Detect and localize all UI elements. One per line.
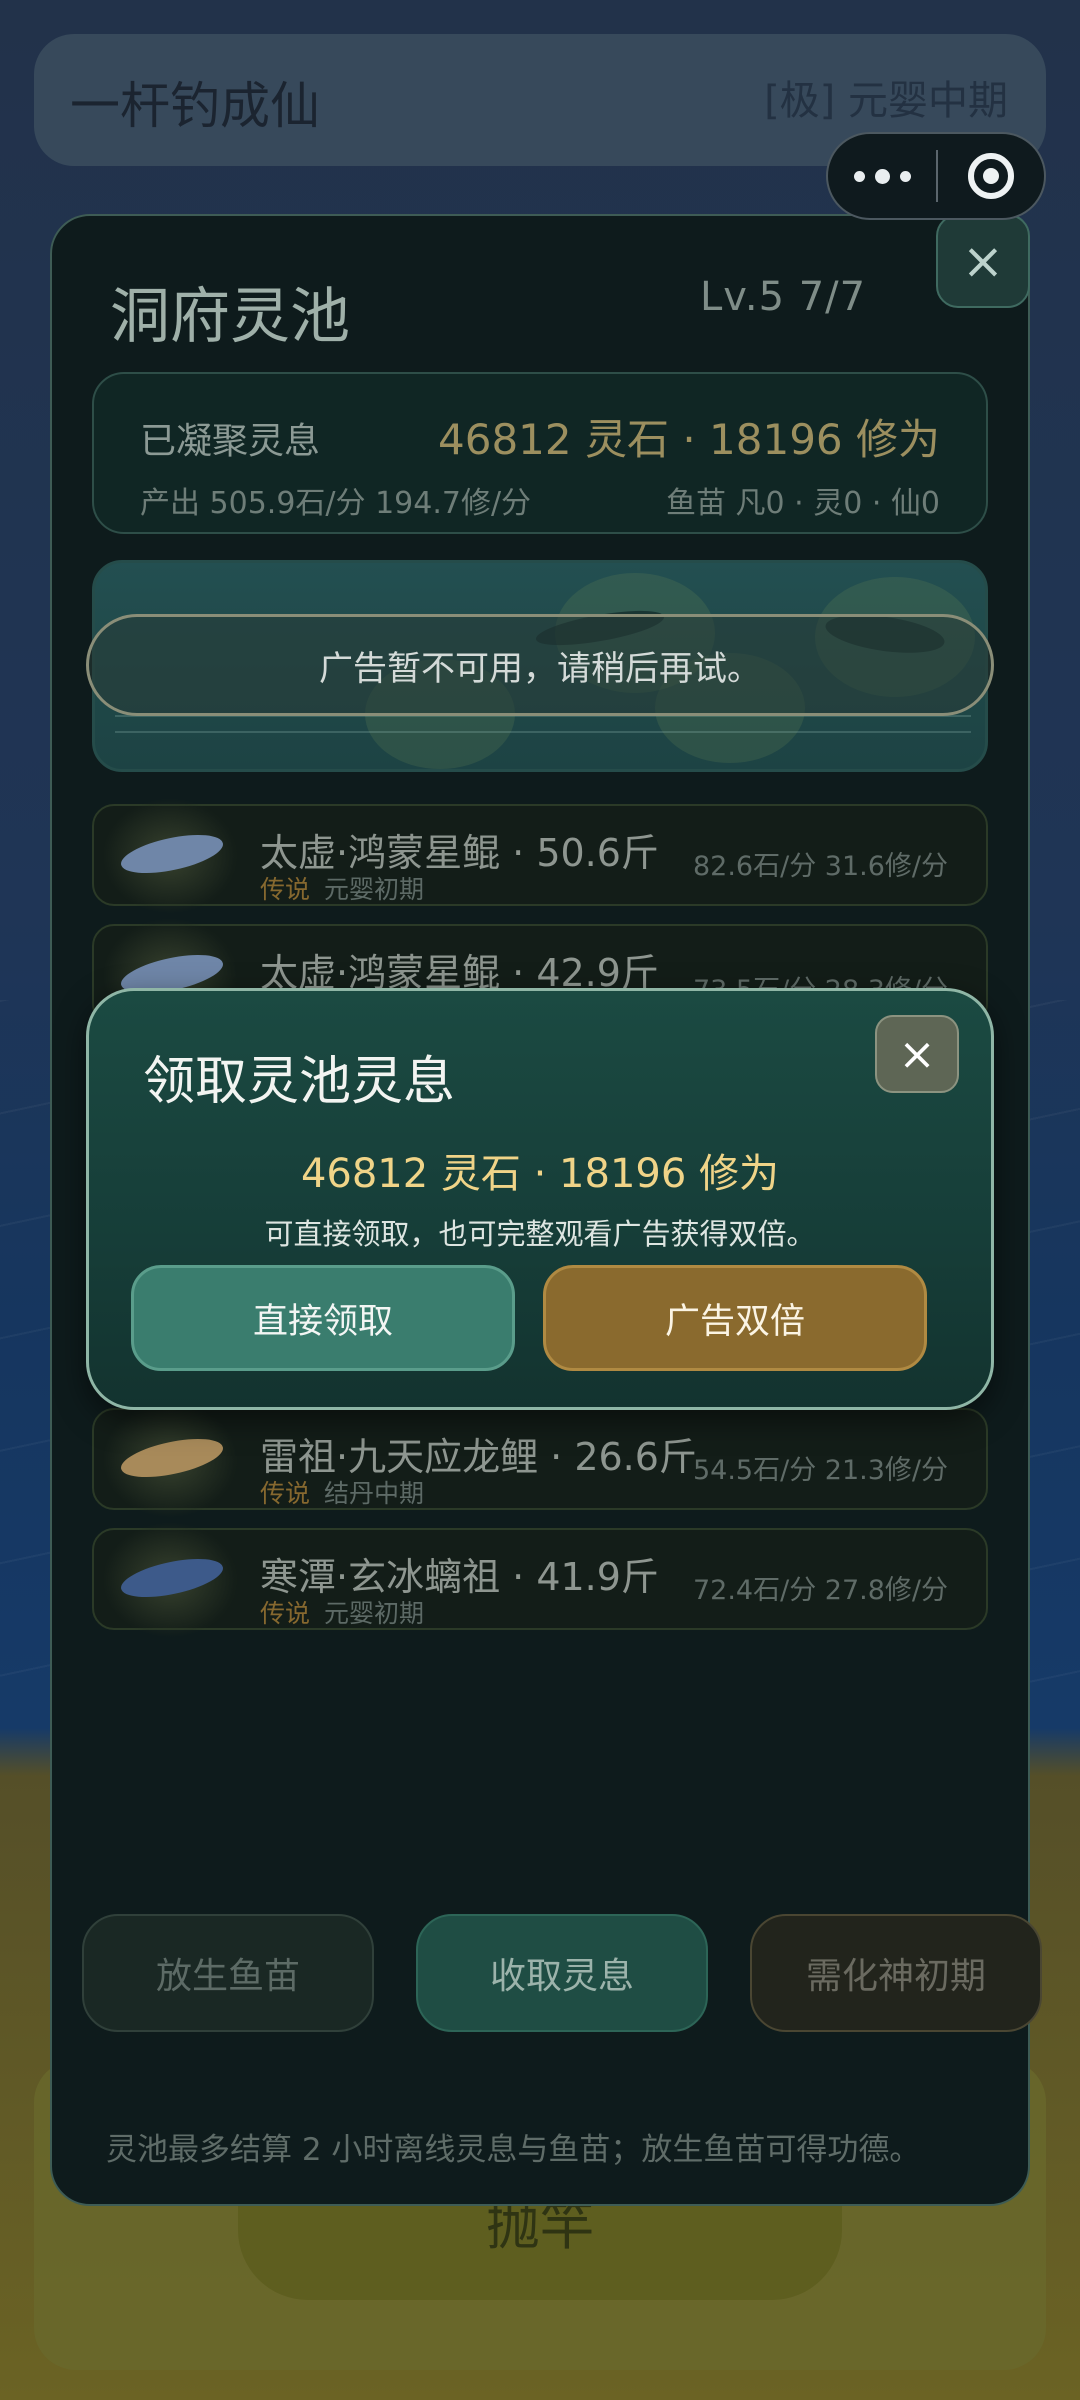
more-dots-icon[interactable]: [828, 134, 936, 218]
claim-direct-button[interactable]: 直接领取: [131, 1265, 515, 1371]
fish-rate: 72.4石/分 27.8修/分: [692, 1575, 948, 1606]
fish-icon: [102, 1402, 238, 1518]
fish-rate: 54.5石/分 21.3修/分: [692, 1455, 948, 1486]
claim-double-ad-button[interactable]: 广告双倍: [543, 1265, 927, 1371]
fish-rate: 82.6石/分 31.6修/分: [692, 851, 948, 882]
accumulated-stats-card: 已凝聚灵息 46812 灵石 · 18196 修为 产出 505.9石/分 19…: [92, 372, 988, 534]
claim-modal: 领取灵池灵息 × 46812 灵石 · 18196 修为 可直接领取，也可完整观…: [86, 988, 994, 1410]
fish-rarity: 传说 结丹中期: [260, 1479, 425, 1508]
panel-close-button[interactable]: ×: [936, 214, 1030, 308]
release-seedlings-button[interactable]: 放生鱼苗: [82, 1914, 374, 2032]
player-rank: [极] 元婴中期: [764, 78, 1008, 124]
fish-name: 太虚·鸿蒙星鲲 · 50.6斤: [260, 831, 659, 875]
fish-list-item[interactable]: 太虚·鸿蒙星鲲 · 50.6斤 传说 元婴初期 82.6石/分 31.6修/分: [92, 798, 988, 914]
fish-name: 寒潭·玄冰螭祖 · 41.9斤: [260, 1555, 659, 1599]
fish-name: 雷祖·九天应龙鲤 · 26.6斤: [260, 1435, 697, 1479]
modal-close-button[interactable]: ×: [875, 1015, 959, 1093]
game-title: 一杆钓成仙: [70, 77, 320, 135]
seedling-count: 鱼苗 凡0 · 灵0 · 仙0: [665, 486, 940, 521]
stats-amount: 46812 灵石 · 18196 修为: [438, 415, 940, 464]
modal-description: 可直接领取，也可完整观看广告获得双倍。: [264, 1217, 816, 1251]
target-close-icon[interactable]: [938, 134, 1044, 218]
modal-reward: 46812 灵石 · 18196 修为: [300, 1151, 780, 1197]
stats-label: 已凝聚灵息: [140, 421, 321, 462]
miniapp-capsule: [826, 132, 1046, 220]
panel-title: 洞府灵池: [110, 282, 350, 352]
pond-level: Lv.5 7/7: [700, 274, 867, 320]
output-rate: 产出 505.9石/分 194.7修/分: [140, 486, 532, 521]
fish-realm: 结丹中期: [324, 1479, 425, 1508]
modal-title: 领取灵池灵息: [143, 1052, 456, 1112]
pond-footnote: 灵池最多结算 2 小时离线灵息与鱼苗；放生鱼苗可得功德。: [106, 2132, 921, 2168]
collect-spirit-button[interactable]: 收取灵息: [416, 1914, 708, 2032]
fish-rarity: 传说 元婴初期: [260, 1599, 425, 1628]
fish-rarity: 传说 元婴初期: [260, 875, 425, 904]
fish-realm: 元婴初期: [324, 875, 425, 904]
fish-icon: [102, 798, 238, 914]
fish-icon: [102, 1522, 238, 1638]
fish-list-item[interactable]: 寒潭·玄冰螭祖 · 41.9斤 传说 元婴初期 72.4石/分 27.8修/分: [92, 1522, 988, 1638]
upgrade-locked-button[interactable]: 需化神初期: [750, 1914, 1042, 2032]
ad-unavailable-toast: 广告暂不可用，请稍后再试。: [86, 614, 994, 716]
fish-realm: 元婴初期: [324, 1599, 425, 1628]
fish-list-item[interactable]: 雷祖·九天应龙鲤 · 26.6斤 传说 结丹中期 54.5石/分 21.3修/分: [92, 1402, 988, 1518]
